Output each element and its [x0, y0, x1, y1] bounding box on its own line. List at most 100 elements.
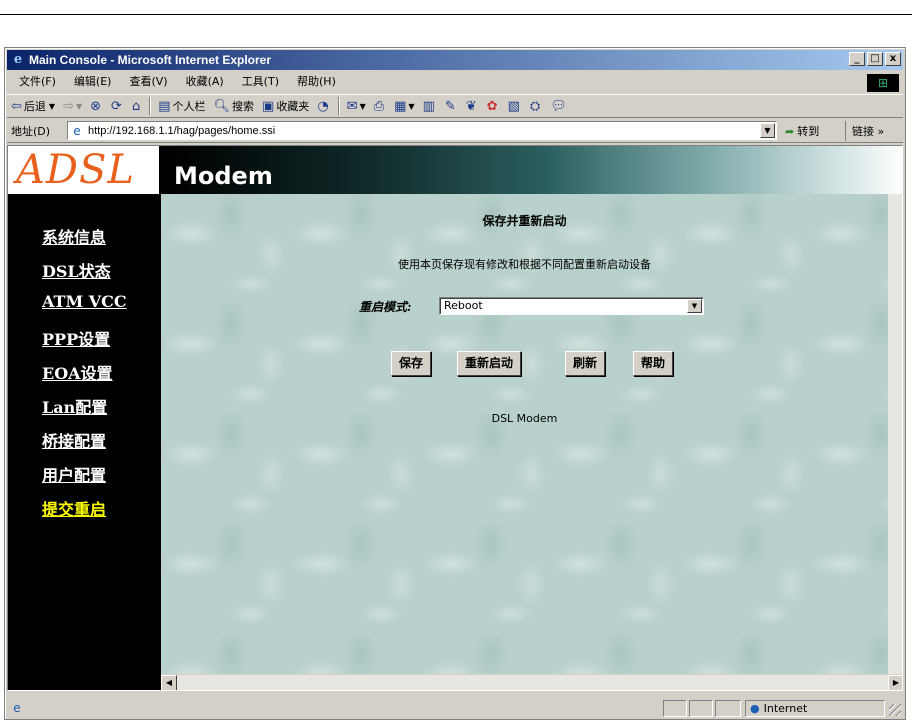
vertical-scrollbar[interactable]: [888, 194, 902, 674]
research-button[interactable]: ❦: [462, 95, 483, 117]
realplayer-button[interactable]: ✿: [483, 95, 504, 117]
forward-arrow-icon: ⇨: [63, 98, 74, 114]
chevron-left-icon: ◀: [165, 678, 173, 687]
print-icon: ⎙: [373, 98, 385, 114]
home-button[interactable]: ⌂: [128, 95, 146, 117]
tools-button[interactable]: ⛭: [526, 95, 546, 117]
banner: ADSL Modem: [8, 146, 902, 194]
browser-window: e Main Console - Microsoft Internet Expl…: [4, 47, 906, 720]
toolbar-separator: [149, 97, 152, 115]
translate-icon: ▧: [507, 98, 520, 114]
nav-item-ppp: PPP设置: [42, 326, 127, 360]
back-button[interactable]: ⇦ 后退 ▼: [7, 95, 59, 117]
chevron-down-icon: ▼: [764, 126, 771, 135]
history-icon: ◔: [317, 98, 329, 114]
nav-link-submit-reboot[interactable]: 提交重启: [42, 500, 106, 519]
messenger-button[interactable]: ✎: [441, 95, 462, 117]
modem-title: Modem: [174, 162, 273, 190]
nav-link-lan[interactable]: Lan配置: [42, 398, 107, 417]
chat-button[interactable]: 💬︎: [546, 95, 573, 117]
chevron-down-icon[interactable]: ▼: [687, 299, 702, 313]
status-panel: [663, 700, 687, 717]
nav-link-bridge[interactable]: 桥接配置: [42, 432, 106, 451]
page-top-rule: [0, 14, 912, 15]
nav-item-system-info: 系统信息: [42, 224, 127, 258]
address-dropdown-button[interactable]: ▼: [760, 123, 775, 138]
nav-item-dsl-status: DSL状态: [42, 258, 127, 292]
history-button[interactable]: ◔: [313, 95, 334, 117]
tools-icon: ⛭: [529, 98, 541, 114]
personal-bar-icon: ▤: [158, 98, 171, 114]
toolbar-separator: [337, 97, 340, 115]
page-description: 使用本页保存现有修改和根据不同配置重新启动设备: [398, 258, 651, 271]
address-bar: 地址(D) e http://192.168.1.1/hag/pages/hom…: [7, 119, 903, 143]
forward-button[interactable]: ⇨ ▼: [59, 95, 86, 117]
menu-tools[interactable]: 工具(T): [233, 72, 288, 92]
search-button[interactable]: 🔍︎ 搜索: [210, 95, 259, 117]
back-dropdown-icon: ▼: [48, 101, 56, 111]
links-button[interactable]: 链接 »: [845, 121, 884, 141]
discuss-button[interactable]: ▥: [419, 95, 441, 117]
horizontal-scrollbar[interactable]: ◀ ▶: [161, 674, 902, 690]
minimize-button[interactable]: _: [849, 52, 865, 66]
go-button[interactable]: ➦ 转到: [785, 121, 819, 141]
refresh-toolbar-button[interactable]: ⟳: [107, 95, 128, 117]
address-label: 地址(D): [11, 124, 51, 138]
menu-file[interactable]: 文件(F): [7, 72, 65, 92]
favorites-button[interactable]: ▣ 收藏夹: [258, 95, 313, 117]
status-bar: e ● Internet: [7, 698, 903, 718]
edit-button[interactable]: ▦ ▼: [390, 95, 418, 117]
address-url: http://192.168.1.1/hag/pages/home.ssi: [88, 124, 276, 137]
close-button[interactable]: x: [885, 52, 901, 66]
help-button[interactable]: 帮助: [633, 351, 674, 376]
save-button[interactable]: 保存: [391, 351, 432, 376]
menu-help[interactable]: 帮助(H): [288, 72, 345, 92]
reboot-mode-value: Reboot: [444, 299, 483, 312]
page-status-icon: e: [13, 701, 21, 715]
reboot-button[interactable]: 重新启动: [457, 351, 522, 376]
resize-grip[interactable]: [889, 704, 901, 716]
ie-icon: e: [13, 52, 23, 67]
menu-view[interactable]: 查看(V): [120, 72, 176, 92]
maximize-button[interactable]: □: [867, 52, 883, 66]
search-label: 搜索: [232, 100, 255, 113]
refresh-button[interactable]: 刷新: [565, 351, 606, 376]
go-label: 转到: [797, 125, 820, 138]
favorites-icon: ▣: [262, 98, 275, 114]
print-button[interactable]: ⎙: [370, 95, 390, 117]
reboot-mode-label: 重启模式:: [359, 300, 412, 314]
menu-edit[interactable]: 编辑(E): [65, 72, 121, 92]
translate-button[interactable]: ▧: [504, 95, 526, 117]
adsl-logo: ADSL: [16, 147, 135, 193]
nav-item-submit-reboot: 提交重启: [42, 496, 127, 530]
nav-item-bridge: 桥接配置: [42, 428, 127, 462]
scroll-left-button[interactable]: ◀: [161, 675, 177, 690]
chevron-right-icon: ▶: [892, 678, 900, 687]
forward-dropdown-icon: ▼: [75, 101, 83, 111]
back-label: 后退: [23, 100, 46, 113]
status-panel: [689, 700, 713, 717]
footer-text: DSL Modem: [491, 412, 558, 425]
back-arrow-icon: ⇦: [11, 98, 22, 114]
edit-dropdown-icon: ▼: [408, 101, 415, 111]
main-panel: 保存并重新启动 使用本页保存现有修改和根据不同配置重新启动设备 重启模式: Re…: [161, 194, 888, 674]
mail-icon: ✉: [346, 98, 358, 114]
nav-link-system-info[interactable]: 系统信息: [42, 228, 106, 247]
title-bar[interactable]: e Main Console - Microsoft Internet Expl…: [7, 50, 903, 70]
nav-link-atm-vcc[interactable]: ATM VCC: [42, 292, 127, 311]
nav-link-dsl-status[interactable]: DSL状态: [42, 262, 111, 281]
chat-icon: 💬︎: [550, 98, 567, 114]
personal-bar-button[interactable]: ▤ 个人栏: [154, 95, 209, 117]
mail-button[interactable]: ✉ ▼: [343, 95, 370, 117]
research-icon: ❦: [465, 98, 477, 114]
standard-toolbar: ⇦ 后退 ▼ ⇨ ▼ ⊗ ⟳ ⌂ ▤ 个人栏 🔍︎ 搜索 ▣ 收藏夹 ◔ ✉ ▼ ⎙ ▦ ▼ ▥…: [7, 94, 903, 118]
reboot-mode-select[interactable]: Reboot ▼: [439, 297, 704, 315]
nav-link-ppp[interactable]: PPP设置: [42, 330, 110, 349]
scroll-right-button[interactable]: ▶: [888, 675, 902, 690]
stop-button[interactable]: ⊗: [86, 95, 107, 117]
nav-link-eoa[interactable]: EOA设置: [42, 364, 113, 383]
menu-favorites[interactable]: 收藏(A): [177, 72, 233, 92]
address-input[interactable]: e http://192.168.1.1/hag/pages/home.ssi …: [67, 121, 777, 140]
nav-item-eoa: EOA设置: [42, 360, 127, 394]
nav-link-user[interactable]: 用户配置: [42, 466, 106, 485]
